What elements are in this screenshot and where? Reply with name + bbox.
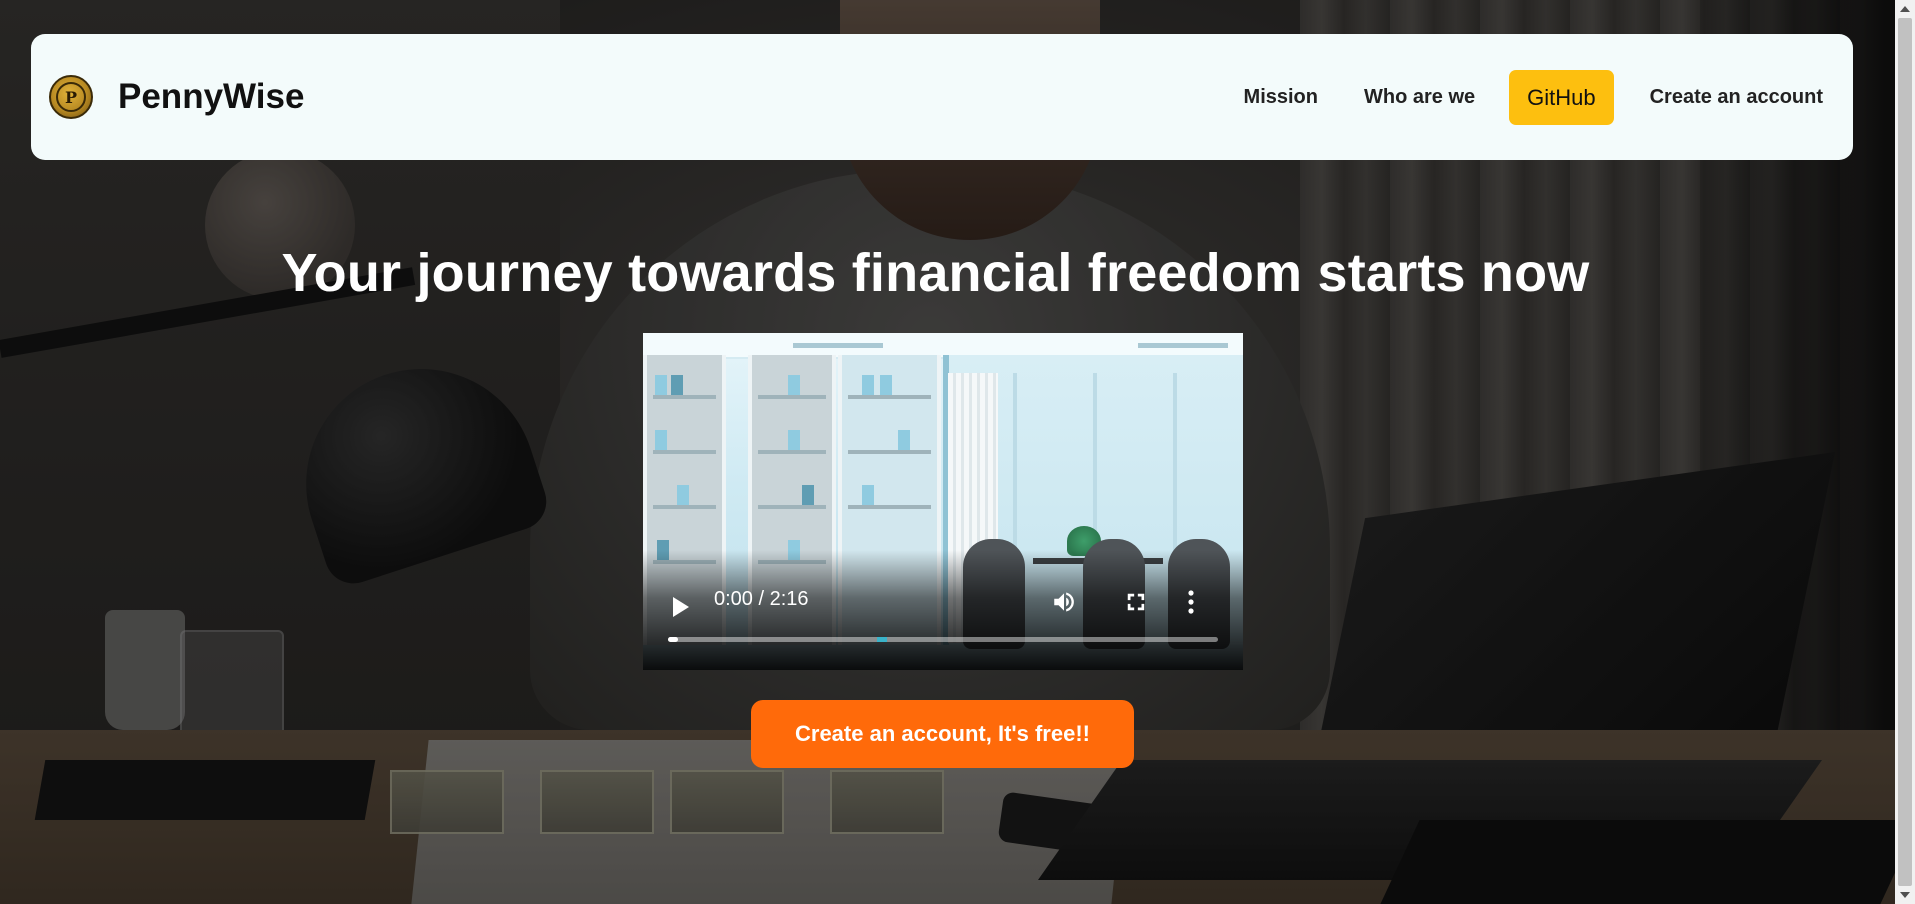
logo-letter: P xyxy=(56,82,86,112)
create-account-cta-button[interactable]: Create an account, It's free!! xyxy=(751,700,1134,768)
more-options-icon[interactable] xyxy=(1186,589,1196,615)
brand-name[interactable]: PennyWise xyxy=(118,77,304,117)
play-icon[interactable] xyxy=(673,597,689,617)
fullscreen-icon[interactable] xyxy=(1125,591,1147,613)
github-button[interactable]: GitHub xyxy=(1509,69,1614,125)
nav-link-who-are-we[interactable]: Who are we xyxy=(1364,86,1475,109)
navbar: P PennyWise Mission Who are we GitHub Cr… xyxy=(31,34,1853,160)
video-time-display: 0:00 / 2:16 xyxy=(714,588,809,610)
scrollbar-thumb[interactable] xyxy=(1898,18,1912,886)
nav-link-create-account[interactable]: Create an account xyxy=(1650,86,1823,109)
video-progress-buffer-marker xyxy=(877,637,887,642)
scroll-up-arrow-icon[interactable] xyxy=(1900,6,1910,12)
scroll-down-arrow-icon[interactable] xyxy=(1900,892,1910,898)
video-progress-bar[interactable] xyxy=(668,637,1218,642)
video-progress-played xyxy=(668,637,678,642)
brand[interactable]: P PennyWise xyxy=(49,75,304,119)
video-player[interactable]: 0:00 / 2:16 xyxy=(643,333,1243,670)
nav-links: Mission Who are we GitHub Create an acco… xyxy=(1244,69,1823,125)
nav-link-mission[interactable]: Mission xyxy=(1244,86,1318,109)
hero-title: Your journey towards financial freedom s… xyxy=(281,243,1590,303)
volume-icon[interactable] xyxy=(1051,589,1077,615)
page: P PennyWise Mission Who are we GitHub Cr… xyxy=(0,0,1915,904)
page-scrollbar[interactable] xyxy=(1895,0,1915,904)
coin-logo-icon[interactable]: P xyxy=(49,75,93,119)
